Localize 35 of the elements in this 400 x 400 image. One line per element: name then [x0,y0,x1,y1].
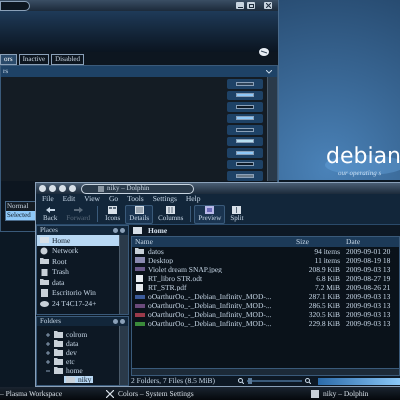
maximize-button[interactable] [247,2,255,9]
color-swatch-button[interactable] [227,79,263,88]
title-pill [0,0,30,10]
horizontal-scrollbar[interactable] [132,368,399,375]
icons-view-icon [107,206,118,214]
forward-arrow-icon [72,206,84,214]
image-icon [135,266,145,273]
minimize-button[interactable] [236,2,244,9]
color-swatch-button[interactable] [227,136,263,146]
color-swatch-button[interactable] [227,160,263,169]
split-view-icon [231,206,242,214]
wallpaper-logo: debian [326,146,400,168]
tools-icon [106,390,114,398]
scrollbar[interactable] [119,235,128,314]
zoom-out-icon [238,378,244,384]
zoom-in-icon [304,378,311,384]
scrollbar[interactable] [119,326,128,385]
scrollbar[interactable] [267,77,277,181]
color-swatch-button[interactable] [227,148,263,158]
color-swatch-button[interactable] [227,90,263,100]
color-swatch-button[interactable] [227,171,263,180]
folder-icon [40,278,49,286]
columns-view-icon [165,206,176,214]
details-view-icon [134,206,145,214]
color-swatch-button[interactable] [227,102,263,112]
color-swatch-button[interactable] [227,114,263,123]
window-icon [311,390,319,398]
back-arrow-icon [44,206,56,214]
close-button[interactable] [264,2,272,9]
chevron-icon [266,70,272,74]
desktop-icon [135,257,145,264]
disc-icon [40,299,49,308]
color-swatch-button[interactable] [227,125,263,134]
folder-icon [40,257,49,266]
preview-icon [204,206,216,214]
